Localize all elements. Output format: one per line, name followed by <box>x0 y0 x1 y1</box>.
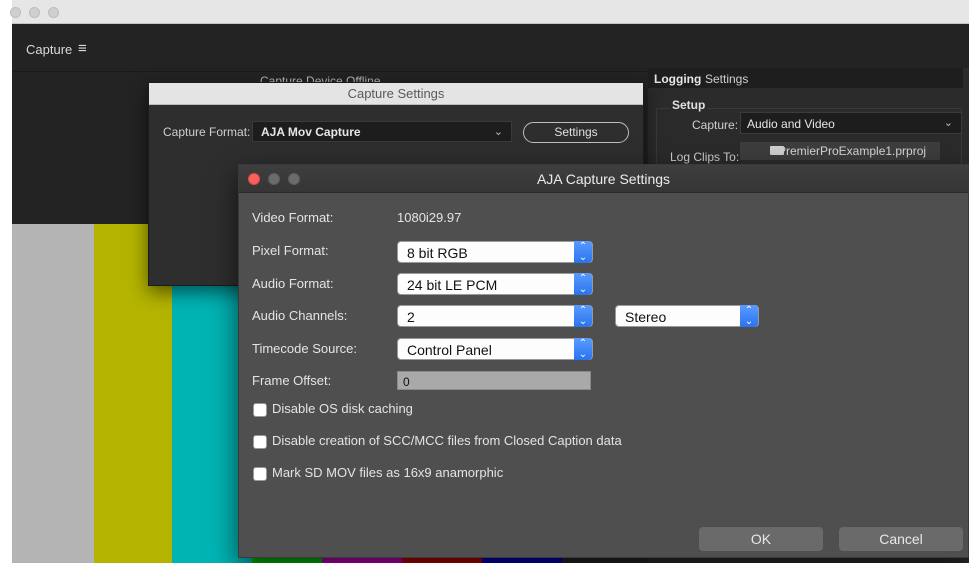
pixel-format-popup[interactable]: 8 bit RGB ⌃ ⌄ <box>397 241 593 263</box>
ok-button[interactable]: OK <box>699 527 823 551</box>
video-format-label: Video Format: <box>252 210 334 225</box>
video-format-value: 1080i29.97 <box>397 210 462 225</box>
aja-titlebar: AJA Capture Settings <box>239 165 968 193</box>
timecode-source-popup[interactable]: Control Panel ⌃ ⌄ <box>397 338 593 360</box>
audio-format-value: 24 bit LE PCM <box>407 277 498 293</box>
popup-arrows-icon: ⌃ ⌄ <box>574 273 592 295</box>
capture-select-value: Audio and Video <box>747 117 835 131</box>
logging-tabs: Logging Settings <box>648 68 963 88</box>
frame-offset-label: Frame Offset: <box>252 373 332 388</box>
popup-arrows-icon: ⌃ ⌄ <box>574 338 592 360</box>
log-clips-label: Log Clips To: <box>670 150 740 164</box>
popup-arrows-icon: ⌃ ⌄ <box>740 305 758 327</box>
audio-format-popup[interactable]: 24 bit LE PCM ⌃ ⌄ <box>397 273 593 295</box>
settings-button[interactable]: Settings <box>523 122 629 143</box>
mark-sd-anamorphic-label: Mark SD MOV files as 16x9 anamorphic <box>272 465 504 480</box>
disable-scc-mcc-label: Disable creation of SCC/MCC files from C… <box>272 433 622 448</box>
capture-format-select[interactable]: AJA Mov Capture ⌄ <box>252 121 512 142</box>
panel-menu-icon[interactable]: ≡ <box>78 40 87 57</box>
pixel-format-value: 8 bit RGB <box>407 245 468 261</box>
cancel-button[interactable]: Cancel <box>839 527 963 551</box>
pixel-format-label: Pixel Format: <box>252 243 329 258</box>
audio-channels-value: 2 <box>407 309 415 325</box>
chevron-down-icon: ⌄ <box>493 126 503 138</box>
capture-format-value: AJA Mov Capture <box>261 125 361 139</box>
disable-os-disk-caching-checkbox[interactable] <box>253 403 267 417</box>
minimize-window-icon[interactable] <box>29 7 40 18</box>
panel-header: Capture ≡ <box>12 24 969 72</box>
setup-label: Setup <box>670 98 708 112</box>
capture-label: Capture: <box>692 118 739 132</box>
log-clips-value: PremierProExample1.prproj <box>778 144 927 158</box>
aja-title: AJA Capture Settings <box>536 171 671 187</box>
timecode-source-value: Control Panel <box>407 342 492 358</box>
mark-sd-anamorphic-checkbox[interactable] <box>253 467 267 481</box>
close-window-icon[interactable] <box>10 7 21 18</box>
color-bar <box>12 224 94 563</box>
audio-channels-popup[interactable]: 2 ⌃ ⌄ <box>397 305 593 327</box>
disable-os-disk-caching-label: Disable OS disk caching <box>272 401 413 416</box>
folder-icon <box>770 146 784 155</box>
log-clips-field[interactable]: PremierProExample1.prproj <box>740 142 940 160</box>
maximize-window-icon[interactable] <box>48 7 59 18</box>
popup-arrows-icon: ⌃ ⌄ <box>574 241 592 263</box>
window-titlebar <box>10 0 969 24</box>
audio-format-label: Audio Format: <box>252 276 334 291</box>
panel-title: Capture <box>26 42 73 57</box>
disable-scc-mcc-checkbox[interactable] <box>253 435 267 449</box>
audio-mode-value: Stereo <box>625 309 667 325</box>
audio-mode-popup[interactable]: Stereo ⌃ ⌄ <box>615 305 759 327</box>
timecode-source-label: Timecode Source: <box>252 341 358 356</box>
frame-offset-input[interactable]: 0 <box>397 371 591 390</box>
audio-channels-label: Audio Channels: <box>252 308 348 323</box>
capture-select[interactable]: Audio and Video ⌄ <box>740 112 962 134</box>
capture-settings-title: Capture Settings <box>149 83 643 105</box>
aja-capture-settings-dialog: AJA Capture Settings Video Format: 1080i… <box>238 164 969 558</box>
popup-arrows-icon: ⌃ ⌄ <box>574 305 592 327</box>
capture-format-label: Capture Format: <box>163 125 251 139</box>
chevron-down-icon: ⌄ <box>943 117 953 129</box>
tab-settings[interactable]: Settings <box>705 72 748 86</box>
tab-logging[interactable]: Logging <box>654 72 701 86</box>
